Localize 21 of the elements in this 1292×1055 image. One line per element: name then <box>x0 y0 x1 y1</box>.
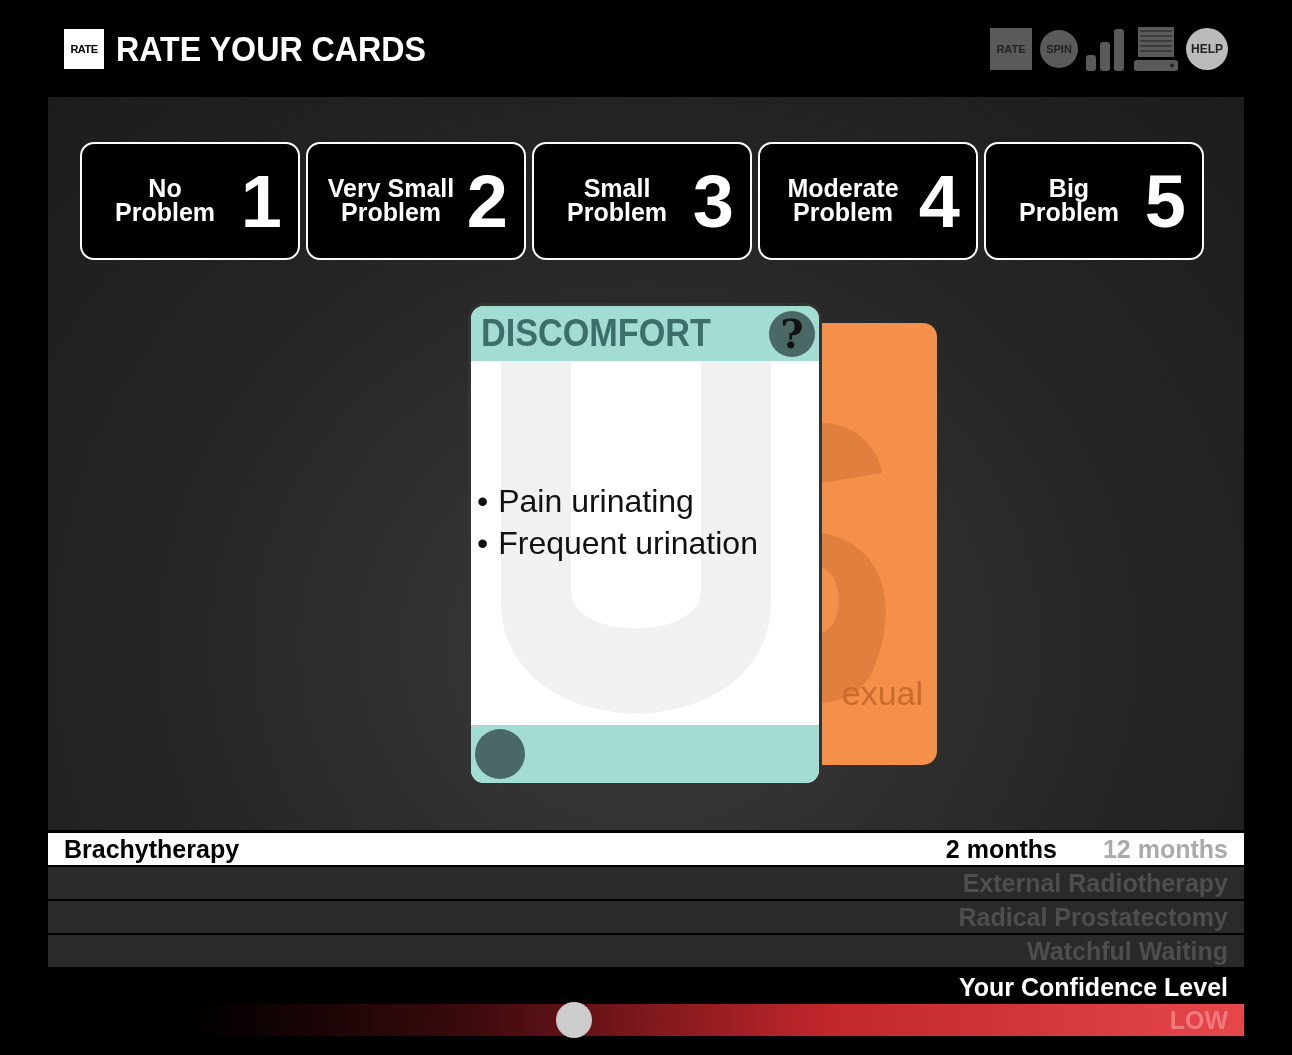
page-title: RATE YOUR CARDS <box>116 28 427 69</box>
symptom-item: Pain urinating <box>498 482 694 522</box>
symptom-card[interactable]: DISCOMFORT ? • Pain urinating • Frequent urination <box>468 303 822 786</box>
card-title: DISCOMFORT <box>481 312 711 355</box>
computer-icon[interactable] <box>1134 26 1178 71</box>
confidence-reading: LOW <box>1169 1005 1228 1035</box>
rating-button[interactable]: No Problem 1 <box>80 142 300 260</box>
bullet-icon: • <box>477 481 489 523</box>
confidence-label: Your Confidence Level <box>957 973 1228 1002</box>
bar-chart-icon[interactable] <box>1086 26 1126 71</box>
symptom-item: Frequent urination <box>498 524 758 563</box>
rate-logo: RATE <box>64 28 104 69</box>
treatment-row[interactable]: Brachytherapy 2 months 12 months <box>48 833 1244 865</box>
help-button[interactable]: HELP <box>1186 27 1228 70</box>
rating-button[interactable]: Small Problem 3 <box>532 142 752 260</box>
rating-button[interactable]: Big Problem 5 <box>984 142 1204 260</box>
dot-icon <box>475 729 525 779</box>
treatment-name: Brachytherapy <box>64 834 240 864</box>
duration-option[interactable]: 2 months <box>945 834 1057 864</box>
bullet-icon: • <box>477 523 489 565</box>
slider-thumb[interactable] <box>556 1002 593 1038</box>
